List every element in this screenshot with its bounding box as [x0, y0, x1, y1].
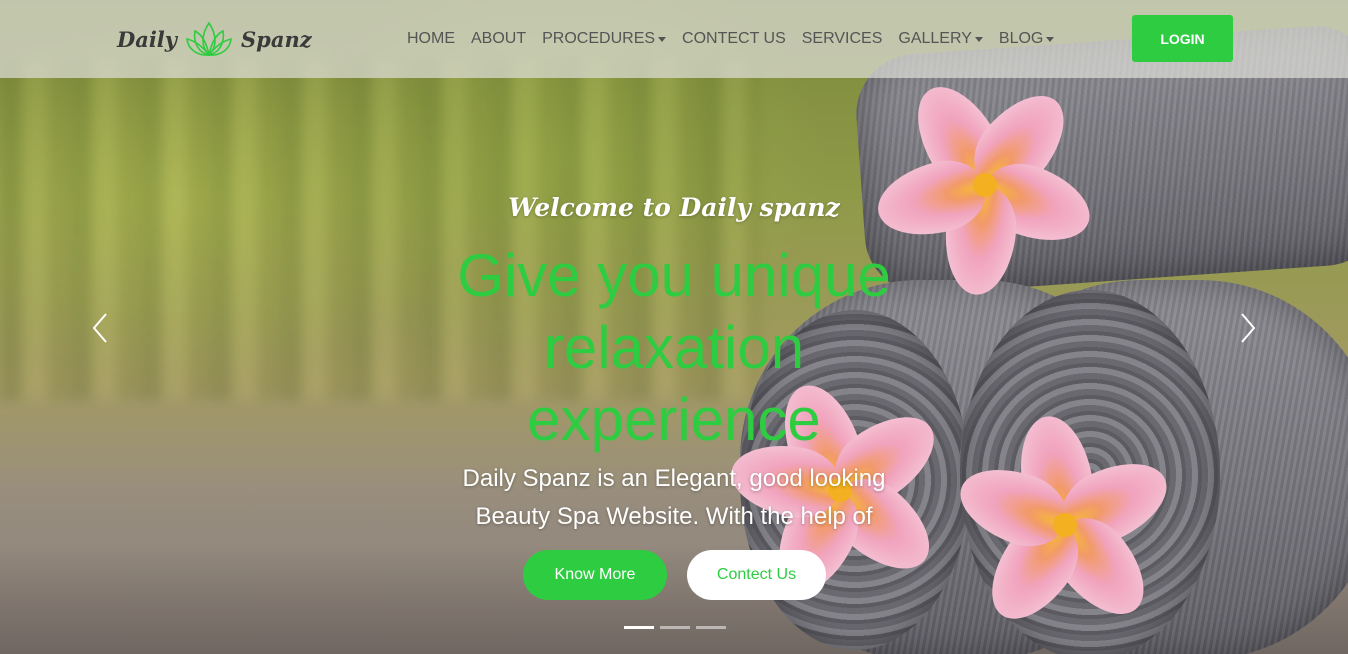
nav-item-gallery[interactable]: GALLERY — [898, 28, 983, 50]
carousel-indicator-3[interactable] — [696, 626, 726, 629]
hero-tagline: Daily Spanz is an Elegant, good looking … — [462, 465, 886, 530]
nav-label: CONTECT US — [682, 30, 786, 47]
know-more-button[interactable]: Know More — [523, 550, 667, 600]
brand-name-left: Daily — [117, 26, 177, 52]
hero-headline: Give you unique relaxation experience — [457, 242, 891, 453]
nav-item-procedures[interactable]: PROCEDURES — [542, 28, 667, 50]
brand-name-right: Spanz — [240, 26, 312, 52]
caret-down-icon — [974, 36, 983, 42]
contect-us-button[interactable]: Contect Us — [687, 550, 826, 600]
nav-label: PROCEDURES — [542, 30, 656, 47]
chevron-left-icon[interactable] — [86, 310, 116, 346]
nav-links: HOME ABOUT PROCEDURES CONTECT US SERVICE… — [407, 28, 1070, 50]
nav-item-contect-us[interactable]: CONTECT US — [682, 28, 786, 50]
carousel-indicators — [624, 626, 726, 629]
lotus-icon — [186, 21, 232, 57]
brand-logo[interactable]: Daily Spanz — [117, 18, 312, 60]
chevron-right-icon[interactable] — [1232, 310, 1262, 346]
nav-item-services[interactable]: SERVICES — [802, 28, 883, 50]
nav-label: SERVICES — [801, 30, 883, 47]
navbar: Daily Spanz HOME ABOUT PROCEDURES CONTEC… — [0, 0, 1348, 78]
caret-down-icon — [658, 36, 667, 42]
nav-label: GALLERY — [898, 30, 972, 47]
nav-item-home[interactable]: HOME — [407, 28, 455, 50]
login-button[interactable]: LOGIN — [1132, 15, 1233, 62]
caret-down-icon — [1046, 36, 1055, 42]
welcome-text: Welcome to Daily spanz — [508, 193, 840, 222]
carousel-indicator-1[interactable] — [624, 626, 654, 629]
nav-label: HOME — [407, 30, 455, 47]
nav-item-about[interactable]: ABOUT — [471, 28, 526, 50]
nav-item-blog[interactable]: BLOG — [998, 28, 1055, 50]
nav-label: BLOG — [998, 30, 1044, 47]
carousel-indicator-2[interactable] — [660, 626, 690, 629]
nav-label: ABOUT — [471, 30, 527, 47]
